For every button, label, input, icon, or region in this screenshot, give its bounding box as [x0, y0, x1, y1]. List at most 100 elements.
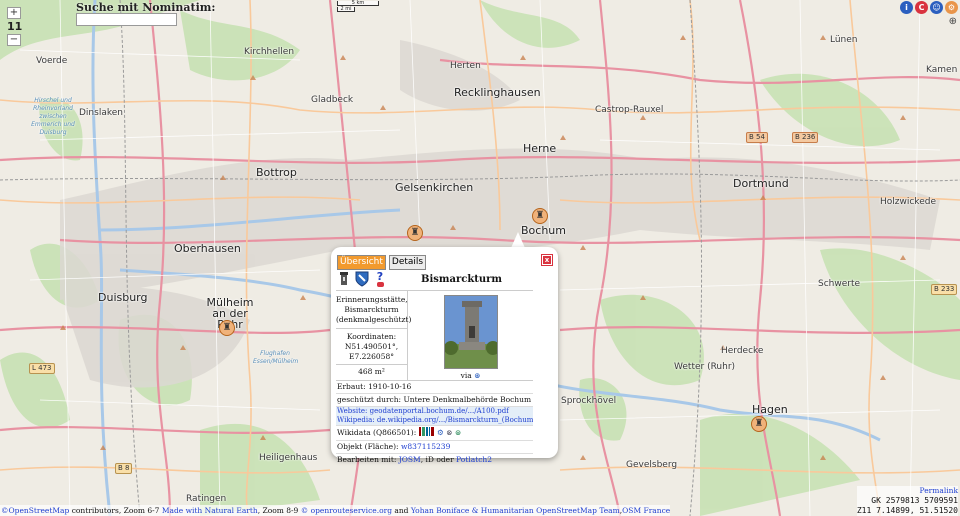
road-shield: B 8 — [115, 463, 133, 474]
city-label: Oberhausen — [174, 242, 241, 255]
road-shield: B 236 — [792, 132, 819, 143]
road-shield: B 233 — [931, 284, 958, 295]
city-label: Heiligenhaus — [259, 453, 318, 463]
city-label: Ratingen — [186, 494, 227, 504]
zoom-in-button[interactable]: + — [7, 7, 21, 19]
protected-by: geschützt durch: Untere Denkmalbehörde B… — [336, 394, 533, 407]
water-label: Hirschel und Rheinvorland zwischen Emmer… — [31, 97, 75, 136]
city-label: Lünen — [830, 35, 858, 45]
commons-icon[interactable]: ⚙ — [437, 428, 444, 437]
coords-label: Koordinaten: — [346, 332, 397, 341]
wikidata-logo-icon[interactable] — [418, 426, 435, 440]
edit-potlatch-link[interactable]: Potlatch2 — [456, 455, 492, 464]
layers-icon[interactable]: ⊕ — [949, 16, 957, 27]
hot-link[interactable]: Yohan Boniface & Humanitarian OpenStreet… — [411, 506, 620, 515]
user-icon[interactable]: ☺ — [930, 1, 943, 14]
search-box: Suche mit Nominatim: — [76, 2, 216, 26]
zoom-out-button[interactable]: − — [7, 34, 21, 46]
search-label: Suche mit Nominatim: — [76, 1, 216, 14]
city-label: Castrop-Rauxel — [595, 105, 664, 115]
edit-mid-text: , iD oder — [420, 454, 454, 464]
scale-mi: 2 mi — [337, 7, 355, 12]
road-shield: L 473 — [29, 363, 55, 374]
settings-icon[interactable]: ⚙ — [945, 1, 958, 14]
scale-bar: 5 km 2 mi — [337, 1, 379, 12]
popup-right-col: via ⊛ — [408, 291, 533, 380]
website-row: Website: geodatenportal.bochum.de/.../A1… — [336, 407, 533, 426]
osm-link[interactable]: ©OpenStreetMap — [1, 506, 69, 515]
zoom-control: + 11 − — [7, 7, 23, 46]
edit-josm-link[interactable]: JOSM — [399, 455, 421, 464]
gk-coords: GK 2579813 5709591 — [856, 496, 958, 506]
zoom-level: 11 — [7, 20, 23, 33]
city-label: Gevelsberg — [626, 460, 678, 470]
popup-main: Erinnerungsstätte, Bismarckturm (denkmal… — [336, 291, 533, 381]
website-link[interactable]: geodatenportal.bochum.de/.../A100.pdf — [370, 407, 509, 415]
attrib-text: and — [392, 506, 411, 515]
city-label: Sprockhövel — [561, 396, 617, 406]
tower-marker-icon[interactable]: ♜ — [751, 416, 767, 432]
city-label: Bochum — [521, 224, 566, 237]
city-label: Kamen — [926, 65, 958, 75]
city-label: Duisburg — [98, 291, 148, 304]
image-source: via ⊛ — [460, 371, 481, 380]
city-label: Recklinghausen — [454, 86, 541, 99]
osm-france-link[interactable]: OSM France — [622, 506, 670, 515]
tower-marker-icon[interactable]: ♜ — [407, 225, 423, 241]
coordinates: Koordinaten: N51.490501°, E7.226058° — [336, 329, 407, 365]
tower-marker-icon[interactable]: ♜ — [219, 320, 235, 336]
city-label: Wetter (Ruhr) — [674, 362, 736, 372]
wikidata-label: Wikidata (Q866501): — [337, 428, 417, 437]
city-label: Schwerte — [818, 279, 861, 289]
unknown-icon: ? — [372, 271, 388, 287]
water-label: Flughafen Essen/Mülheim — [253, 350, 299, 365]
road-shield: B 54 — [746, 132, 768, 143]
city-label: Gelsenkirchen — [395, 181, 474, 194]
wikidata-row: Wikidata (Q866501): ⚙ ⊗ ⊜ — [336, 426, 533, 441]
ors-link[interactable]: © openrouteservice.org — [301, 506, 392, 515]
object-row: Objekt (Fläche): w837115239 — [336, 441, 533, 454]
city-label: Hagen — [752, 403, 788, 416]
globe-icon[interactable]: ⊛ — [474, 371, 480, 380]
attribution: ©OpenStreetMap contributors, Zoom 6-7 Ma… — [0, 505, 671, 516]
coords-lon: E7.226058° — [348, 352, 394, 361]
attrib-text: , Zoom 8-9 — [257, 506, 301, 515]
close-icon[interactable]: x — [541, 254, 553, 266]
city-label: Voerde — [36, 56, 68, 66]
tower-marker-icon[interactable]: ♜ — [532, 208, 548, 224]
tower-photo[interactable] — [443, 295, 498, 369]
area-value: 468 m² — [358, 367, 385, 376]
attrib-text: contributors, Zoom 6-7 — [69, 506, 162, 515]
object-label: Objekt (Fläche): — [337, 441, 399, 451]
city-label: Holzwickede — [880, 197, 936, 207]
lonlat-coords: Z11 7.14899, 51.51520 — [856, 506, 958, 516]
built-date: Erbaut: 1910-10-16 — [336, 381, 533, 394]
city-label: Herten — [450, 61, 481, 71]
wikipedia-label: Wikipedia: — [337, 416, 375, 424]
popup-title: Bismarckturm — [421, 273, 502, 285]
wikisource-icon[interactable]: ⊗ — [446, 428, 452, 437]
city-label: Herne — [523, 142, 557, 155]
natural-earth-link[interactable]: Made with Natural Earth — [162, 506, 258, 515]
type-text: Erinnerungsstätte, Bismarckturm (denkmal… — [336, 291, 411, 329]
object-link[interactable]: w837115239 — [401, 442, 450, 451]
city-label: Dinslaken — [79, 108, 123, 118]
coat-of-arms-icon — [354, 271, 370, 287]
top-right-toolbar: i C ☺ ⚙ — [900, 1, 958, 14]
coords-lat: N51.490501°, — [344, 342, 399, 351]
wikipedia-link[interactable]: de.wikipedia.org/.../Bismarckturm_(Bochu… — [377, 416, 533, 424]
city-label: Bottrop — [256, 166, 297, 179]
info-icon[interactable]: i — [900, 1, 913, 14]
city-label: Herdecke — [721, 346, 764, 356]
search-input[interactable] — [76, 13, 177, 26]
copyright-icon[interactable]: C — [915, 1, 928, 14]
popup-content: ? Bismarckturm Erinnerungsstätte, Bismar… — [336, 268, 533, 466]
popup-left-col: Erinnerungsstätte, Bismarckturm (denkmal… — [336, 291, 411, 380]
city-label: Gladbeck — [311, 95, 354, 105]
permalink[interactable]: Permalink — [856, 486, 958, 496]
coordinate-readout: Permalink GK 2579813 5709591 Z11 7.14899… — [856, 486, 958, 516]
edit-label: Bearbeiten mit: — [337, 454, 397, 464]
popup-header: ? Bismarckturm — [336, 268, 533, 291]
city-label: Kirchhellen — [244, 47, 295, 57]
wikiquote-icon[interactable]: ⊜ — [455, 428, 461, 437]
